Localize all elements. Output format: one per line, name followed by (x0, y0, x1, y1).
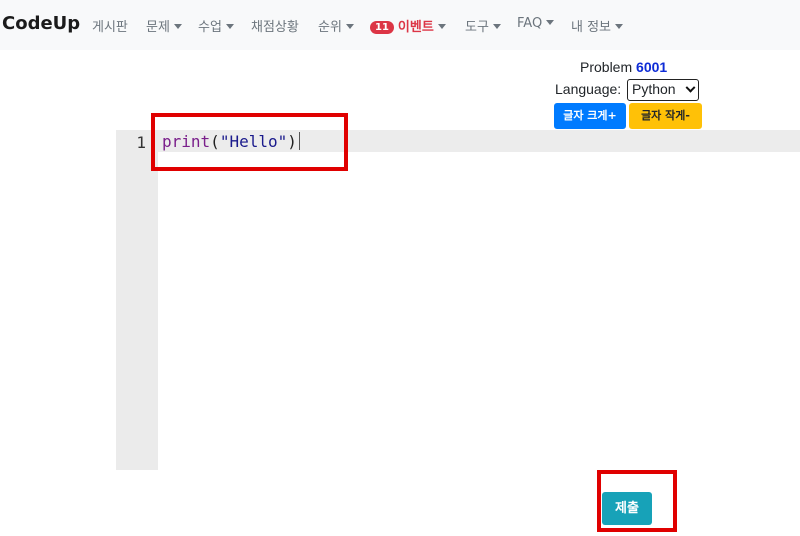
problem-number-link[interactable]: 6001 (636, 59, 667, 75)
nav-board[interactable]: 게시판 (92, 16, 128, 35)
line-number-gutter: 1 (116, 130, 158, 470)
nav-faq[interactable]: FAQ (517, 16, 555, 31)
nav-tools[interactable]: 도구 (465, 16, 501, 35)
caret-down-icon (225, 24, 234, 29)
nav-status-label: 채점상황 (251, 20, 299, 35)
font-decrease-button[interactable]: 글자 작게- (629, 103, 702, 129)
brand-logo[interactable]: CodeUp (2, 13, 80, 34)
problem-label: Problem (580, 59, 633, 75)
nav-my-info[interactable]: 내 정보 (571, 16, 624, 35)
caret-down-icon (437, 24, 446, 29)
caret-down-icon (173, 24, 182, 29)
chevron-down-icon (685, 82, 696, 93)
nav-status[interactable]: 채점상황 (251, 16, 299, 35)
problem-heading: Problem 6001 (580, 59, 667, 75)
nav-tools-label: 도구 (465, 20, 489, 35)
caret-down-icon (546, 20, 555, 25)
nav-my-info-label: 내 정보 (571, 20, 612, 35)
nav-class[interactable]: 수업 (198, 16, 234, 35)
nav-ranking[interactable]: 순위 (318, 16, 354, 35)
top-navbar: CodeUp 게시판 문제 수업 채점상황 순위 11 이벤트 도구 FAQ 내 … (0, 0, 800, 50)
code-editor[interactable]: 1 print("Hello") (116, 130, 800, 470)
nav-problems[interactable]: 문제 (146, 16, 182, 35)
nav-event[interactable]: 11 이벤트 (370, 16, 446, 35)
submit-highlight-box (597, 470, 677, 532)
code-highlight-box (151, 113, 348, 171)
caret-down-icon (492, 24, 501, 29)
nav-problems-label: 문제 (146, 20, 170, 35)
nav-class-label: 수업 (198, 20, 222, 35)
caret-down-icon (615, 24, 624, 29)
nav-board-label: 게시판 (92, 20, 128, 35)
caret-down-icon (345, 24, 354, 29)
language-select[interactable]: Python (627, 79, 699, 101)
language-label: Language: (555, 81, 622, 97)
nav-event-label: 이벤트 (397, 20, 434, 35)
line-number: 1 (136, 133, 146, 152)
nav-ranking-label: 순위 (318, 20, 342, 35)
language-selected-value: Python (632, 81, 676, 97)
font-increase-button[interactable]: 글자 크게+ (554, 103, 626, 129)
event-count-badge: 11 (370, 21, 394, 34)
nav-faq-label: FAQ (517, 16, 543, 31)
